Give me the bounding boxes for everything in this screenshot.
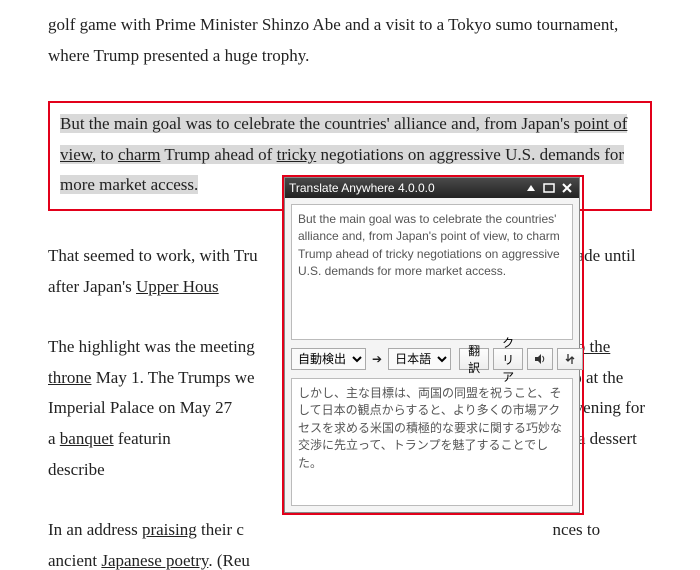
popup-titlebar[interactable]: Translate Anywhere 4.0.0.0 [285, 178, 579, 198]
link-praising[interactable]: praising [142, 520, 197, 539]
swap-icon[interactable] [557, 348, 583, 370]
article-paragraph: In an address praising their c nces to a… [48, 515, 652, 570]
source-language-select[interactable]: 自動検出 [291, 348, 366, 370]
link-upper-house[interactable]: Upper Hous [136, 277, 219, 296]
text: their c [197, 520, 244, 539]
minimize-icon[interactable] [523, 181, 539, 195]
text: In an address [48, 520, 142, 539]
link-banquet[interactable]: banquet [60, 429, 114, 448]
control-bar: 自動検出 ➔ 日本語 翻訳 クリア [285, 346, 579, 372]
translate-popup[interactable]: Translate Anywhere 4.0.0.0 But the main … [284, 177, 580, 513]
arrow-right-icon: ➔ [370, 352, 384, 366]
text: featurin [114, 429, 171, 448]
speak-icon[interactable] [527, 348, 553, 370]
source-text-pane[interactable]: But the main goal was to celebrate the c… [291, 204, 573, 340]
text: Trump ahead of [160, 145, 276, 164]
translate-popup-highlight: Translate Anywhere 4.0.0.0 But the main … [282, 175, 584, 515]
text: That seemed to work, with Tru [48, 246, 258, 265]
text: May 1. The Trumps we [96, 368, 255, 387]
link-japanese-poetry[interactable]: Japanese poetry [101, 551, 208, 570]
article-paragraph: golf game with Prime Minister Shinzo Abe… [48, 10, 652, 71]
link-tricky[interactable]: tricky [277, 145, 317, 164]
close-icon[interactable] [559, 181, 575, 195]
text: The highlight was the meeting [48, 337, 255, 356]
clear-button[interactable]: クリア [493, 348, 523, 370]
translate-button[interactable]: 翻訳 [459, 348, 489, 370]
text: But the main goal was to celebrate the c… [60, 114, 574, 133]
popup-title: Translate Anywhere 4.0.0.0 [289, 181, 521, 195]
text: . (Reu [208, 551, 250, 570]
target-language-select[interactable]: 日本語 [388, 348, 451, 370]
text: , to [92, 145, 118, 164]
maximize-icon[interactable] [541, 181, 557, 195]
link-charm[interactable]: charm [118, 145, 160, 164]
output-text-pane[interactable]: しかし、主な目標は、両国の同盟を祝うこと、そして日本の観点からすると、より多くの… [291, 378, 573, 506]
